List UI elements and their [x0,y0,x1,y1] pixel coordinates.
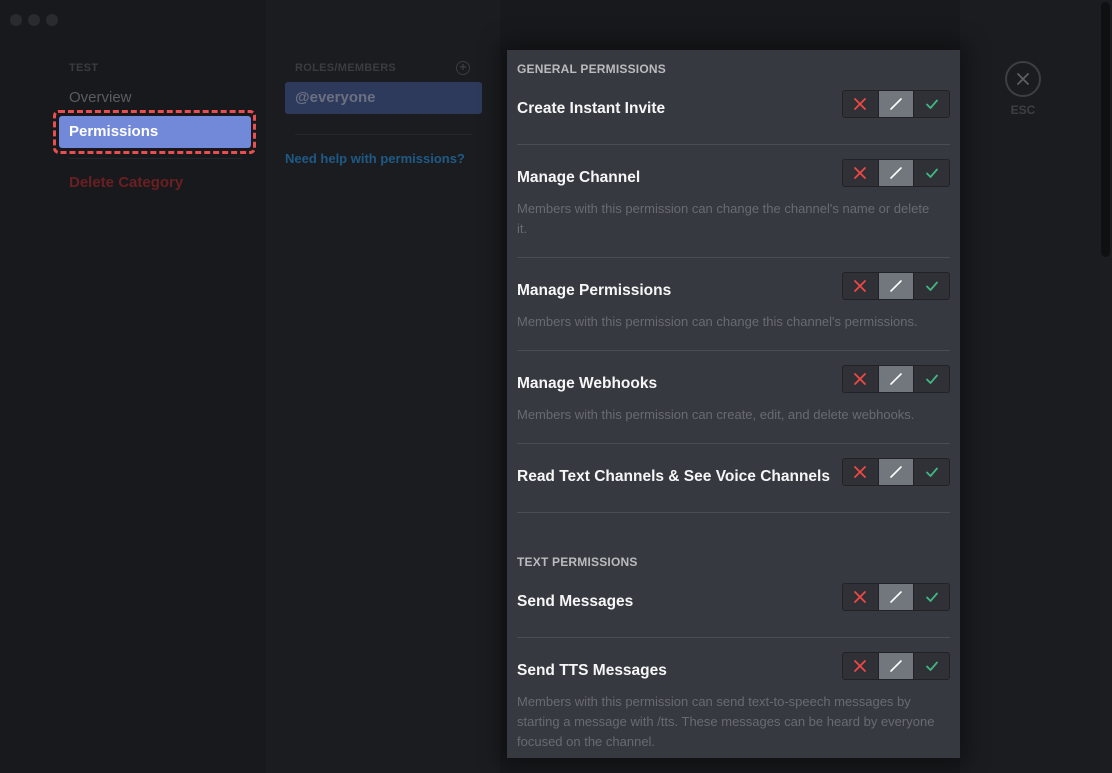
close-button[interactable] [1005,61,1041,97]
allow-check-icon [925,281,938,291]
deny-x-icon [854,466,867,478]
sidebar-section-header: TEST [69,62,99,74]
sidebar-item-delete-category[interactable]: Delete Category [59,167,251,199]
inherit-button[interactable] [877,91,914,117]
allow-check-icon [925,467,938,477]
permission-divider [517,144,950,145]
deny-button[interactable] [843,584,878,610]
permission-toggle[interactable] [842,365,950,393]
permission-group-title: TEXT PERMISSIONS [517,555,638,569]
inherit-slash-icon [890,373,902,385]
permission-description: Members with this permission can create,… [517,407,915,422]
permission-description: Members with this permission can change … [517,201,930,236]
inherit-slash-icon [890,660,902,672]
permission-divider [517,512,950,513]
permission-name: Send TTS Messages [517,662,667,679]
deny-button[interactable] [843,366,878,392]
allow-button[interactable] [913,273,949,299]
inherit-button[interactable] [877,273,914,299]
allow-check-icon [925,99,938,109]
roles-header: ROLES/MEMBERS [295,62,397,74]
inherit-slash-icon [890,591,902,603]
allow-button[interactable] [913,366,949,392]
permission-toggle[interactable] [842,583,950,611]
roles-divider [295,134,472,135]
permission-name: Create Instant Invite [517,100,666,117]
sidebar-divider [69,158,241,159]
inherit-button[interactable] [877,584,914,610]
deny-x-icon [854,98,867,110]
permission-toggle[interactable] [842,90,950,118]
highlight-outline [53,110,256,154]
deny-x-icon [854,660,867,672]
deny-button[interactable] [843,160,878,186]
inherit-button[interactable] [877,366,914,392]
roles-column [266,0,500,773]
allow-button[interactable] [913,91,949,117]
permission-divider [517,443,950,444]
deny-x-icon [854,591,867,603]
permission-toggle[interactable] [842,272,950,300]
permission-toggle[interactable] [842,458,950,486]
deny-x-icon [854,280,867,292]
permission-name: Send Messages [517,593,634,610]
scrollbar-track[interactable] [1100,0,1112,773]
inherit-button[interactable] [877,459,914,485]
permission-divider [517,350,950,351]
permission-toggle[interactable] [842,159,950,187]
inherit-slash-icon [890,280,902,292]
window-close-dot[interactable] [10,14,22,26]
window-maximize-dot[interactable] [46,14,58,26]
close-x-icon [1017,73,1029,85]
allow-button[interactable] [913,459,949,485]
inherit-button[interactable] [877,160,914,186]
allow-button[interactable] [913,160,949,186]
deny-x-icon [854,373,867,385]
scrollbar-thumb[interactable] [1101,2,1110,257]
permission-name: Manage Permissions [517,282,672,299]
permissions-help-link[interactable]: Need help with permissions? [285,151,465,166]
inherit-button[interactable] [877,653,914,679]
window-minimize-dot[interactable] [28,14,40,26]
inherit-slash-icon [890,98,902,110]
permissions-panel: GENERAL PERMISSIONS Create Instant Invite… [507,50,960,758]
deny-button[interactable] [843,459,878,485]
permission-group-title: GENERAL PERMISSIONS [517,62,666,76]
permission-name: Manage Channel [517,169,641,186]
deny-button[interactable] [843,273,878,299]
esc-label: ESC [1010,103,1036,117]
role-item-everyone[interactable]: @everyone [285,82,482,114]
window-controls [10,14,58,26]
permission-toggle[interactable] [842,652,950,680]
deny-x-icon [854,167,867,179]
deny-button[interactable] [843,653,878,679]
allow-check-icon [925,661,938,671]
permission-divider [517,637,950,638]
allow-button[interactable] [913,584,949,610]
permission-divider [517,257,950,258]
permission-name: Read Text Channels & See Voice Channels [517,468,830,485]
allow-check-icon [925,374,938,384]
allow-check-icon [925,592,938,602]
permission-description: Members with this permission can send te… [517,694,935,749]
deny-button[interactable] [843,91,878,117]
inherit-slash-icon [890,167,902,179]
allow-check-icon [925,168,938,178]
permission-name: Manage Webhooks [517,375,658,392]
inherit-slash-icon [890,466,902,478]
add-role-plus-icon[interactable]: + [456,61,470,75]
close-settings[interactable]: ESC [1005,61,1041,117]
permission-description: Members with this permission can change … [517,314,918,329]
allow-button[interactable] [913,653,949,679]
